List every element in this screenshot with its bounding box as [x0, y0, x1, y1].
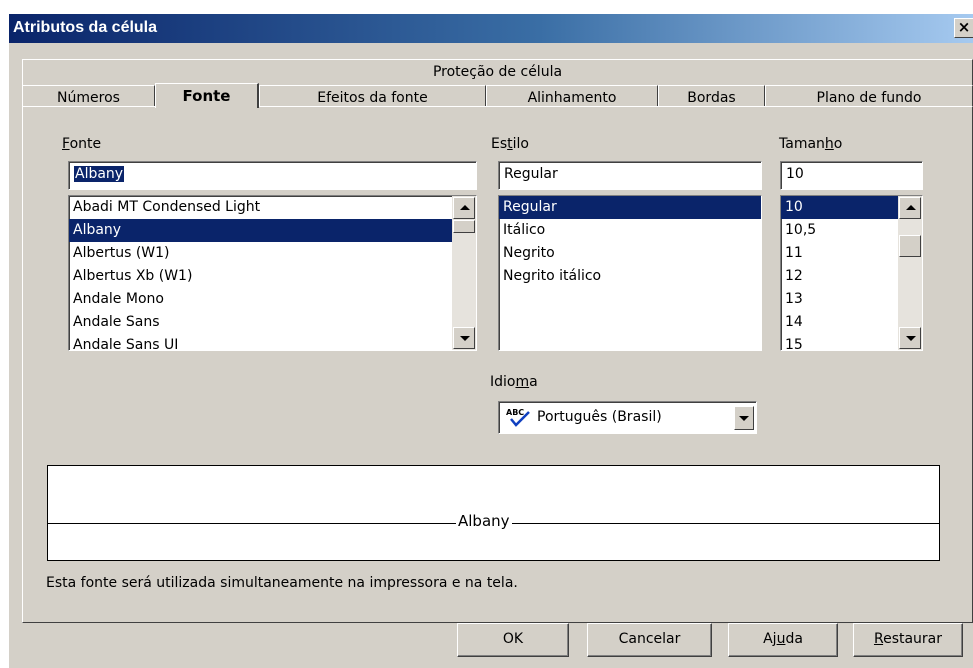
list-item-selected[interactable]: Regular [499, 196, 761, 219]
button-label: OK [502, 631, 524, 647]
arrow-down-icon [906, 336, 916, 341]
scroll-down-button[interactable] [453, 327, 475, 349]
font-list-scrollbar[interactable] [452, 196, 476, 350]
tab-background[interactable]: Plano de fundo [765, 85, 973, 107]
font-preview: Albany [47, 465, 940, 561]
list-item[interactable]: Andale Mono [69, 288, 476, 311]
scroll-down-button[interactable] [899, 327, 921, 349]
spellcheck-abc-icon: ABC [506, 408, 530, 427]
style-input[interactable]: Regular [498, 161, 762, 190]
style-list[interactable]: Regular Itálico Negrito Negrito itálico [498, 195, 762, 351]
size-input[interactable]: 10 [780, 161, 923, 190]
list-item[interactable]: Itálico [499, 219, 761, 242]
arrow-down-icon [460, 336, 470, 341]
button-label: Restaurar [873, 631, 943, 647]
scroll-thumb[interactable] [453, 220, 475, 233]
button-label: Ajuda [763, 631, 803, 647]
size-list-scrollbar[interactable] [898, 196, 922, 350]
button-label: Cancelar [618, 631, 681, 647]
tab-numbers[interactable]: Números [22, 85, 155, 107]
list-item-selected[interactable]: Albany [69, 219, 476, 242]
tab-borders[interactable]: Bordas [658, 85, 765, 107]
cancel-button[interactable]: Cancelar [587, 623, 712, 657]
tab-label: Números [57, 90, 120, 106]
dialog-title: Atributos da célula [13, 19, 158, 36]
list-item[interactable]: Negrito [499, 242, 761, 265]
arrow-up-icon [460, 205, 470, 210]
chevron-down-icon [739, 416, 749, 421]
tab-alignment[interactable]: Alinhamento [486, 85, 658, 107]
language-select[interactable]: ABC Português (Brasil) [498, 401, 757, 434]
style-value: Regular [504, 166, 558, 182]
svg-text:ABC: ABC [506, 408, 524, 417]
list-item[interactable]: Abadi MT Condensed Light [69, 196, 476, 219]
font-name-list[interactable]: Abadi MT Condensed Light Albany Albertus… [68, 195, 477, 351]
list-item[interactable]: Albertus Xb (W1) [69, 265, 476, 288]
size-label: Tamanho [779, 136, 843, 152]
language-value: Português (Brasil) [537, 409, 662, 425]
reset-button[interactable]: Restaurar [853, 623, 963, 657]
style-label: Estilo [491, 136, 529, 152]
tab-font[interactable]: Fonte [155, 83, 259, 108]
tab-label: Fonte [182, 87, 231, 105]
tab-cell-protection[interactable]: Proteção de célula [22, 59, 973, 85]
list-item[interactable]: Andale Sans [69, 311, 476, 334]
language-label: Idioma [490, 374, 538, 390]
tab-label: Efeitos da fonte [317, 90, 428, 106]
list-item[interactable]: Albertus (W1) [69, 242, 476, 265]
font-label: Fonte [62, 136, 102, 152]
list-item-selected[interactable]: 10 [781, 196, 898, 219]
cell-attributes-dialog: Atributos da célula × Proteção de célula… [8, 13, 973, 668]
arrow-up-icon [906, 205, 916, 210]
scroll-up-button[interactable] [453, 197, 475, 219]
font-info-text: Esta fonte será utilizada simultaneament… [46, 575, 518, 591]
help-button[interactable]: Ajuda [728, 623, 838, 657]
scroll-thumb[interactable] [899, 235, 921, 257]
tab-label: Bordas [687, 90, 736, 106]
tab-label: Plano de fundo [816, 90, 922, 106]
title-bar[interactable]: Atributos da célula × [9, 14, 973, 43]
list-item[interactable]: Andale Sans UI [69, 334, 476, 350]
tab-label: Proteção de célula [432, 64, 563, 80]
font-name-value: Albany [74, 166, 125, 182]
list-item[interactable]: Negrito itálico [499, 265, 761, 288]
ok-button[interactable]: OK [457, 623, 569, 657]
close-button[interactable]: × [954, 18, 973, 38]
preview-text: Albany [456, 512, 512, 530]
size-list[interactable]: 10 10,5 11 12 13 14 15 [780, 195, 923, 351]
scroll-up-button[interactable] [899, 197, 921, 219]
tab-font-effects[interactable]: Efeitos da fonte [259, 85, 486, 107]
size-value: 10 [786, 166, 804, 182]
tab-label: Alinhamento [527, 90, 617, 106]
dropdown-button[interactable] [734, 406, 754, 430]
close-icon: × [957, 18, 971, 36]
font-name-input[interactable]: Albany [68, 161, 477, 190]
